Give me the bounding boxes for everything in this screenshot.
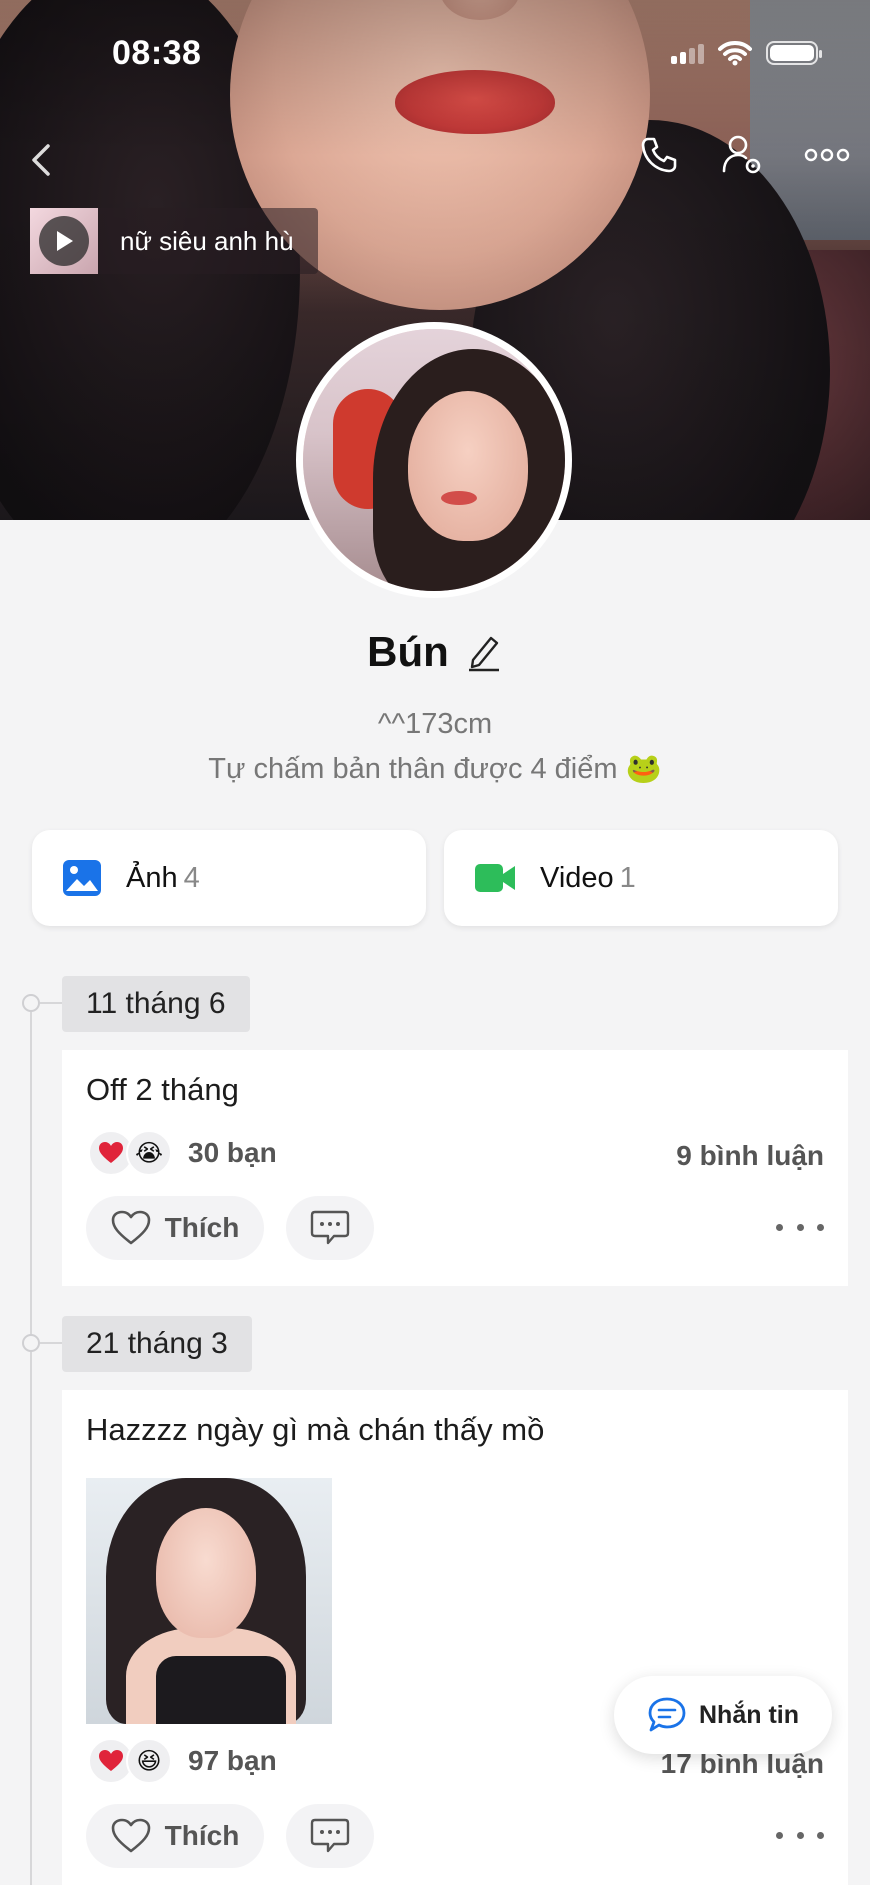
videos-button[interactable]: Video 1 [444, 830, 838, 926]
timeline-dot [22, 994, 40, 1012]
reaction-count: 30 bạn [188, 1137, 277, 1168]
profile-music-pill[interactable]: nữ siêu anh hù [30, 208, 318, 274]
post-more-button[interactable] [776, 1212, 824, 1242]
back-arrow-icon[interactable] [22, 140, 62, 180]
post-more-button[interactable] [776, 1820, 824, 1850]
bio-line-2: Tự chấm bản thân được 4 điểm 🐸 [208, 753, 662, 785]
photos-label: Ảnh [126, 861, 178, 894]
more-horizontal-icon [804, 148, 850, 162]
play-icon[interactable] [39, 216, 89, 266]
timeline-line [30, 1000, 32, 1885]
reaction-summary[interactable]: 😭 30 bạn [88, 1130, 277, 1176]
reaction-count: 97 bạn [188, 1745, 277, 1776]
reaction-summary[interactable]: 😆 97 bạn [88, 1738, 277, 1784]
profile-name-row: Bún [0, 628, 870, 676]
more-options-button[interactable] [804, 132, 850, 178]
comment-icon [310, 1210, 350, 1245]
battery-icon [766, 41, 822, 65]
post-date: 21 tháng 3 [62, 1316, 252, 1372]
like-button[interactable]: Thích [86, 1196, 264, 1260]
heart-outline-icon [111, 1818, 150, 1853]
music-thumbnail [30, 208, 98, 274]
send-message-label: Nhắn tin [699, 1700, 799, 1729]
videos-count: 1 [619, 861, 636, 894]
comment-button[interactable] [286, 1196, 374, 1260]
timeline-dot [22, 1334, 40, 1352]
send-message-button[interactable]: Nhắn tin [614, 1676, 832, 1754]
phone-icon [641, 137, 677, 173]
timeline-tick [40, 1342, 62, 1344]
post-card[interactable]: Off 2 tháng 😭 30 bạn 9 bình luận Thích [62, 1050, 848, 1286]
profile-name: Bún [367, 628, 449, 675]
profile-settings-button[interactable] [720, 132, 766, 178]
video-camera-icon [475, 864, 515, 892]
comment-icon [310, 1818, 350, 1853]
post-card[interactable]: Hazzzz ngày gì mà chán thấy mồ 😆 97 bạn … [62, 1390, 848, 1885]
post-photo[interactable] [86, 1478, 332, 1724]
edit-pencil-icon[interactable] [465, 632, 503, 672]
chat-bubble-icon [648, 1697, 686, 1732]
photos-count: 4 [183, 861, 200, 894]
top-actions [636, 132, 850, 178]
post-text: Off 2 tháng [86, 1072, 239, 1107]
like-label: Thích [164, 1820, 240, 1851]
photo-icon [63, 860, 101, 896]
comment-button[interactable] [286, 1804, 374, 1868]
music-title: nữ siêu anh hù [120, 225, 294, 256]
status-time: 08:38 [112, 34, 202, 72]
photos-button[interactable]: Ảnh 4 [32, 830, 426, 926]
like-button[interactable]: Thích [86, 1804, 264, 1868]
crying-face-icon: 😭 [126, 1130, 172, 1176]
signal-icon [671, 42, 704, 64]
heart-outline-icon [111, 1210, 150, 1245]
post-text: Hazzzz ngày gì mà chán thấy mồ [86, 1412, 545, 1447]
bio-line-1: ^^173cm [377, 708, 493, 740]
like-label: Thích [164, 1212, 240, 1243]
call-button[interactable] [636, 132, 682, 178]
comment-count[interactable]: 9 bình luận [676, 1140, 824, 1172]
wifi-icon [718, 41, 752, 66]
post-date: 11 tháng 6 [62, 976, 250, 1032]
timeline-tick [40, 1002, 62, 1004]
videos-label: Video [540, 861, 614, 894]
user-settings-icon [722, 135, 761, 174]
status-icons [671, 40, 822, 66]
laughing-face-icon: 😆 [126, 1738, 172, 1784]
avatar[interactable] [296, 322, 572, 598]
